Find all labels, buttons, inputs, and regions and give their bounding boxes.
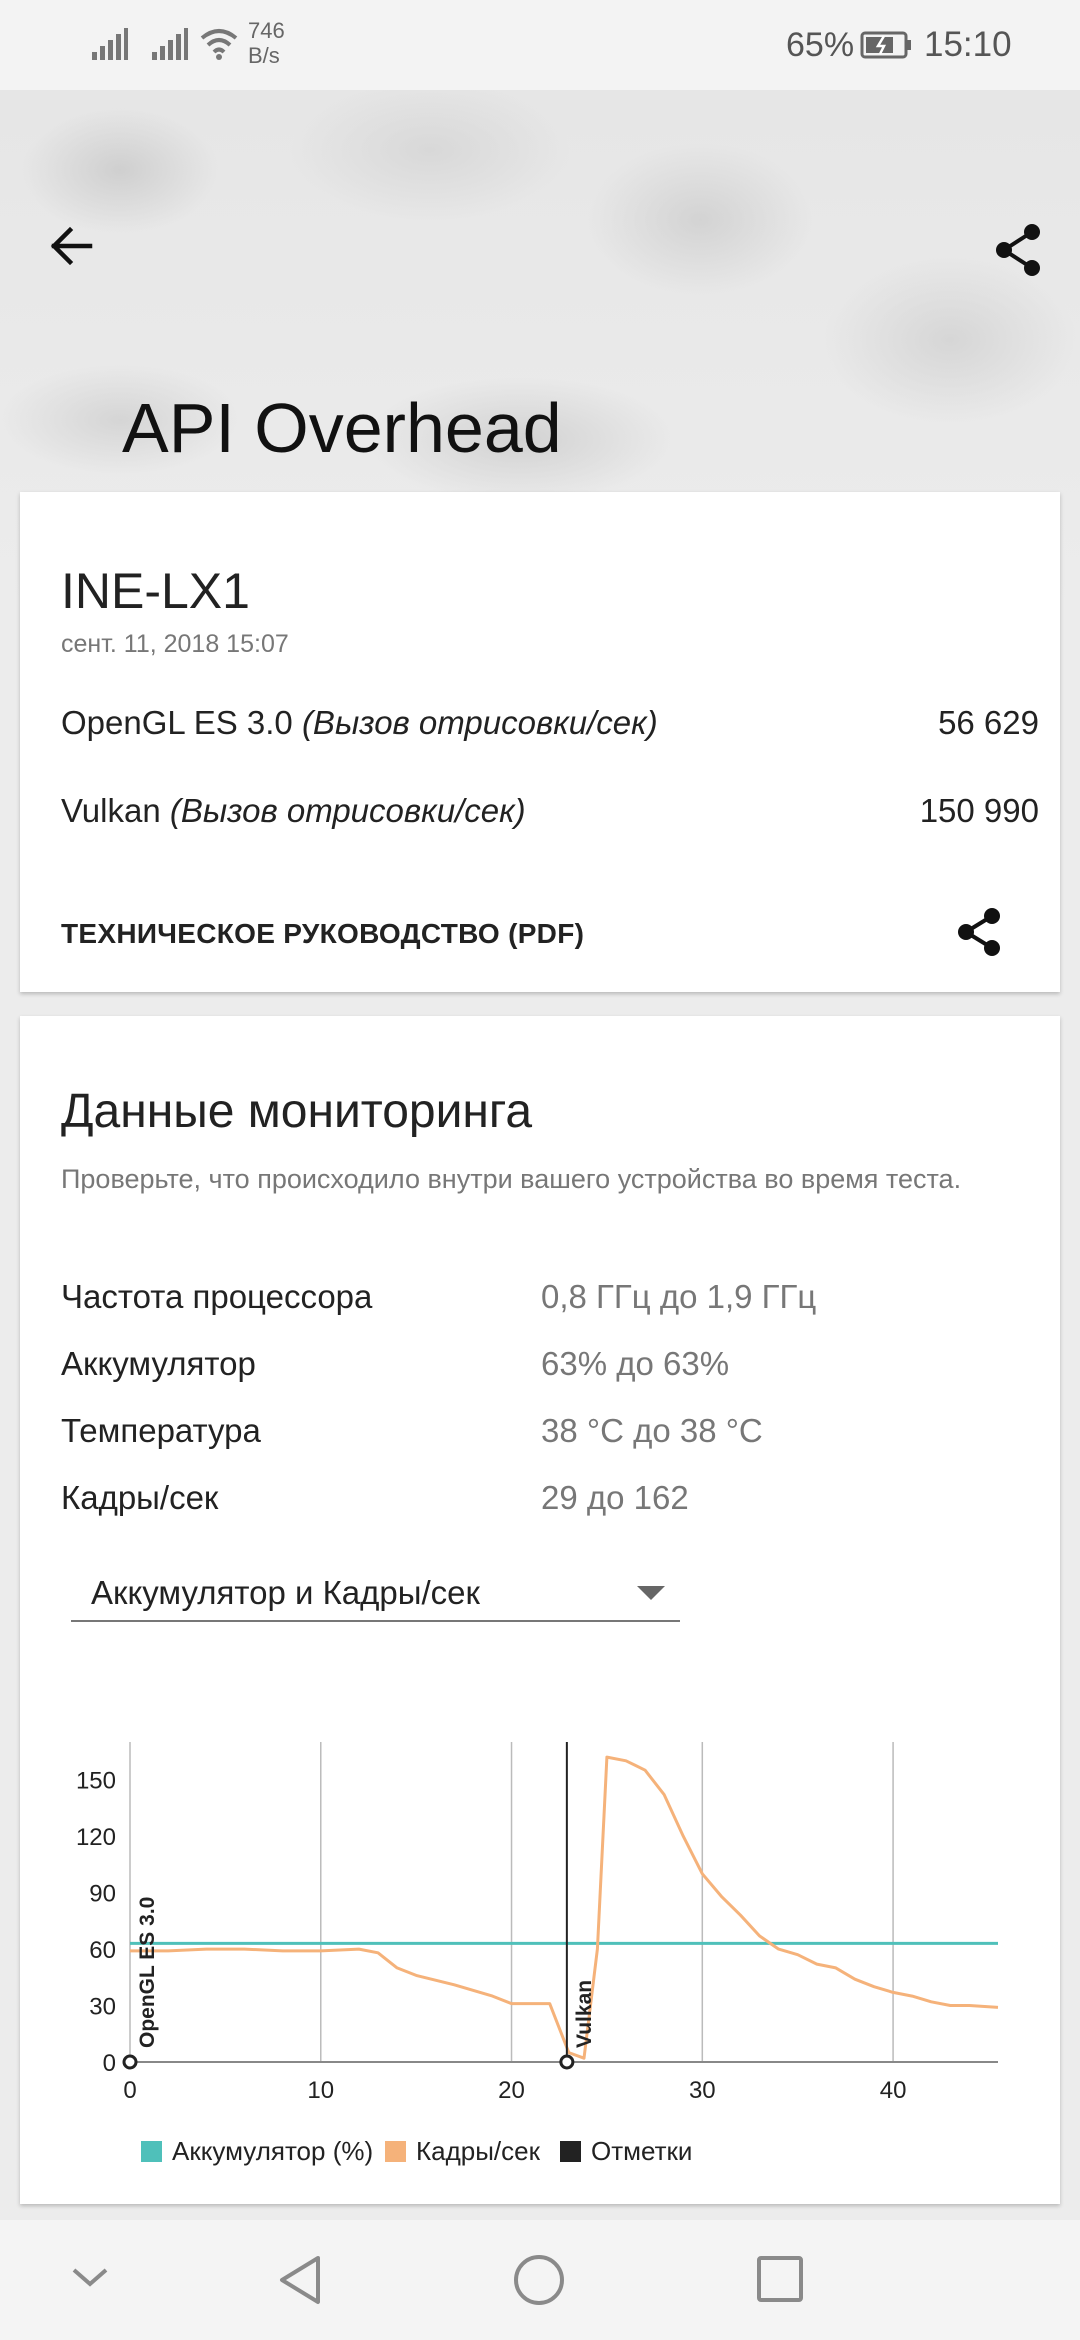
score-row-opengl: OpenGL ES 3.0 (Вызов отрисовки/сек) 56 6…: [61, 704, 1039, 742]
chevron-down-icon[interactable]: [68, 2252, 112, 2302]
x-tick-label: 20: [498, 2077, 525, 2104]
score-unit: (Вызов отрисовки/сек): [301, 704, 658, 741]
tech-guide-link[interactable]: ТЕХНИЧЕСКОЕ РУКОВОДСТВО (PDF): [61, 918, 584, 950]
navigation-bar: [0, 2220, 1080, 2340]
share-icon[interactable]: [954, 906, 1004, 958]
x-tick-label: 0: [123, 2077, 136, 2104]
recents-square-icon[interactable]: [754, 2252, 806, 2308]
legend-item-markers: Отметки: [560, 2136, 692, 2167]
score-value: 56 629: [938, 704, 1039, 741]
test-date: сент. 11, 2018 15:07: [61, 630, 289, 658]
marker-point: [559, 2054, 575, 2070]
y-tick-label: 0: [103, 2050, 116, 2077]
legend-swatch: [141, 2141, 162, 2162]
legend-item-battery: Аккумулятор (%): [141, 2136, 373, 2167]
battery-icon: [860, 31, 911, 59]
home-circle-icon[interactable]: [511, 2252, 567, 2308]
score-value: 150 990: [919, 792, 1039, 829]
clock: 15:10: [924, 25, 1012, 64]
network-speed: 746 B/s: [248, 18, 285, 68]
legend-item-fps: Кадры/сек: [385, 2136, 540, 2167]
legend-swatch: [560, 2141, 581, 2162]
fps-series-line: [130, 1755, 999, 2060]
marker-point: [122, 2054, 138, 2070]
battery-percent: 65%: [786, 26, 855, 64]
marker-label: OpenGL ES 3.0: [136, 1897, 159, 2048]
y-tick-label: 60: [89, 1937, 116, 1964]
signal-icon-sim2: [152, 28, 188, 60]
page-title: API Overhead: [122, 389, 562, 467]
legend-label: Кадры/сек: [416, 2136, 540, 2166]
x-tick-label: 10: [307, 2077, 334, 2104]
speed-unit: B/s: [248, 43, 280, 68]
device-name: INE-LX1: [61, 563, 250, 619]
y-tick-label: 30: [89, 1994, 116, 2021]
monitoring-chart: 0 10 20 30 40 0 30 60 90 120 150 OpenGL ES 3.0 Vulka…: [76, 1742, 999, 2104]
legend-label: Аккумулятор (%): [172, 2136, 374, 2166]
score-row-vulkan: Vulkan (Вызов отрисовки/сек) 150 990: [61, 792, 1039, 830]
result-card: INE-LX1 сент. 11, 2018 15:07 OpenGL ES 3…: [20, 492, 1060, 992]
x-tick-label: 30: [689, 2077, 716, 2104]
score-label: OpenGL ES 3.0 (Вызов отрисовки/сек): [61, 704, 658, 741]
score-name: Vulkan: [61, 792, 161, 829]
legend-label: Отметки: [591, 2136, 693, 2166]
speed-value: 746: [248, 18, 285, 43]
back-triangle-icon[interactable]: [274, 2252, 324, 2308]
legend-swatch: [385, 2141, 406, 2162]
x-tick-label: 40: [880, 2077, 907, 2104]
score-name: OpenGL ES 3.0: [61, 704, 293, 741]
y-tick-label: 150: [76, 1768, 116, 1795]
signal-icon: [92, 28, 128, 60]
score-unit: (Вызов отрисовки/сек): [169, 792, 526, 829]
score-label: Vulkan (Вызов отрисовки/сек): [61, 792, 526, 829]
status-bar: 746 B/s 65% 15:10: [0, 0, 1080, 90]
back-arrow-icon[interactable]: [46, 220, 98, 272]
wifi-icon: [200, 29, 238, 60]
marker-label: Vulkan: [573, 1980, 596, 2048]
monitoring-card: Данные мониторинга Проверьте, что происх…: [20, 1016, 1060, 2204]
y-tick-label: 120: [76, 1824, 116, 1851]
share-icon[interactable]: [992, 222, 1044, 278]
y-tick-label: 90: [89, 1881, 116, 1908]
